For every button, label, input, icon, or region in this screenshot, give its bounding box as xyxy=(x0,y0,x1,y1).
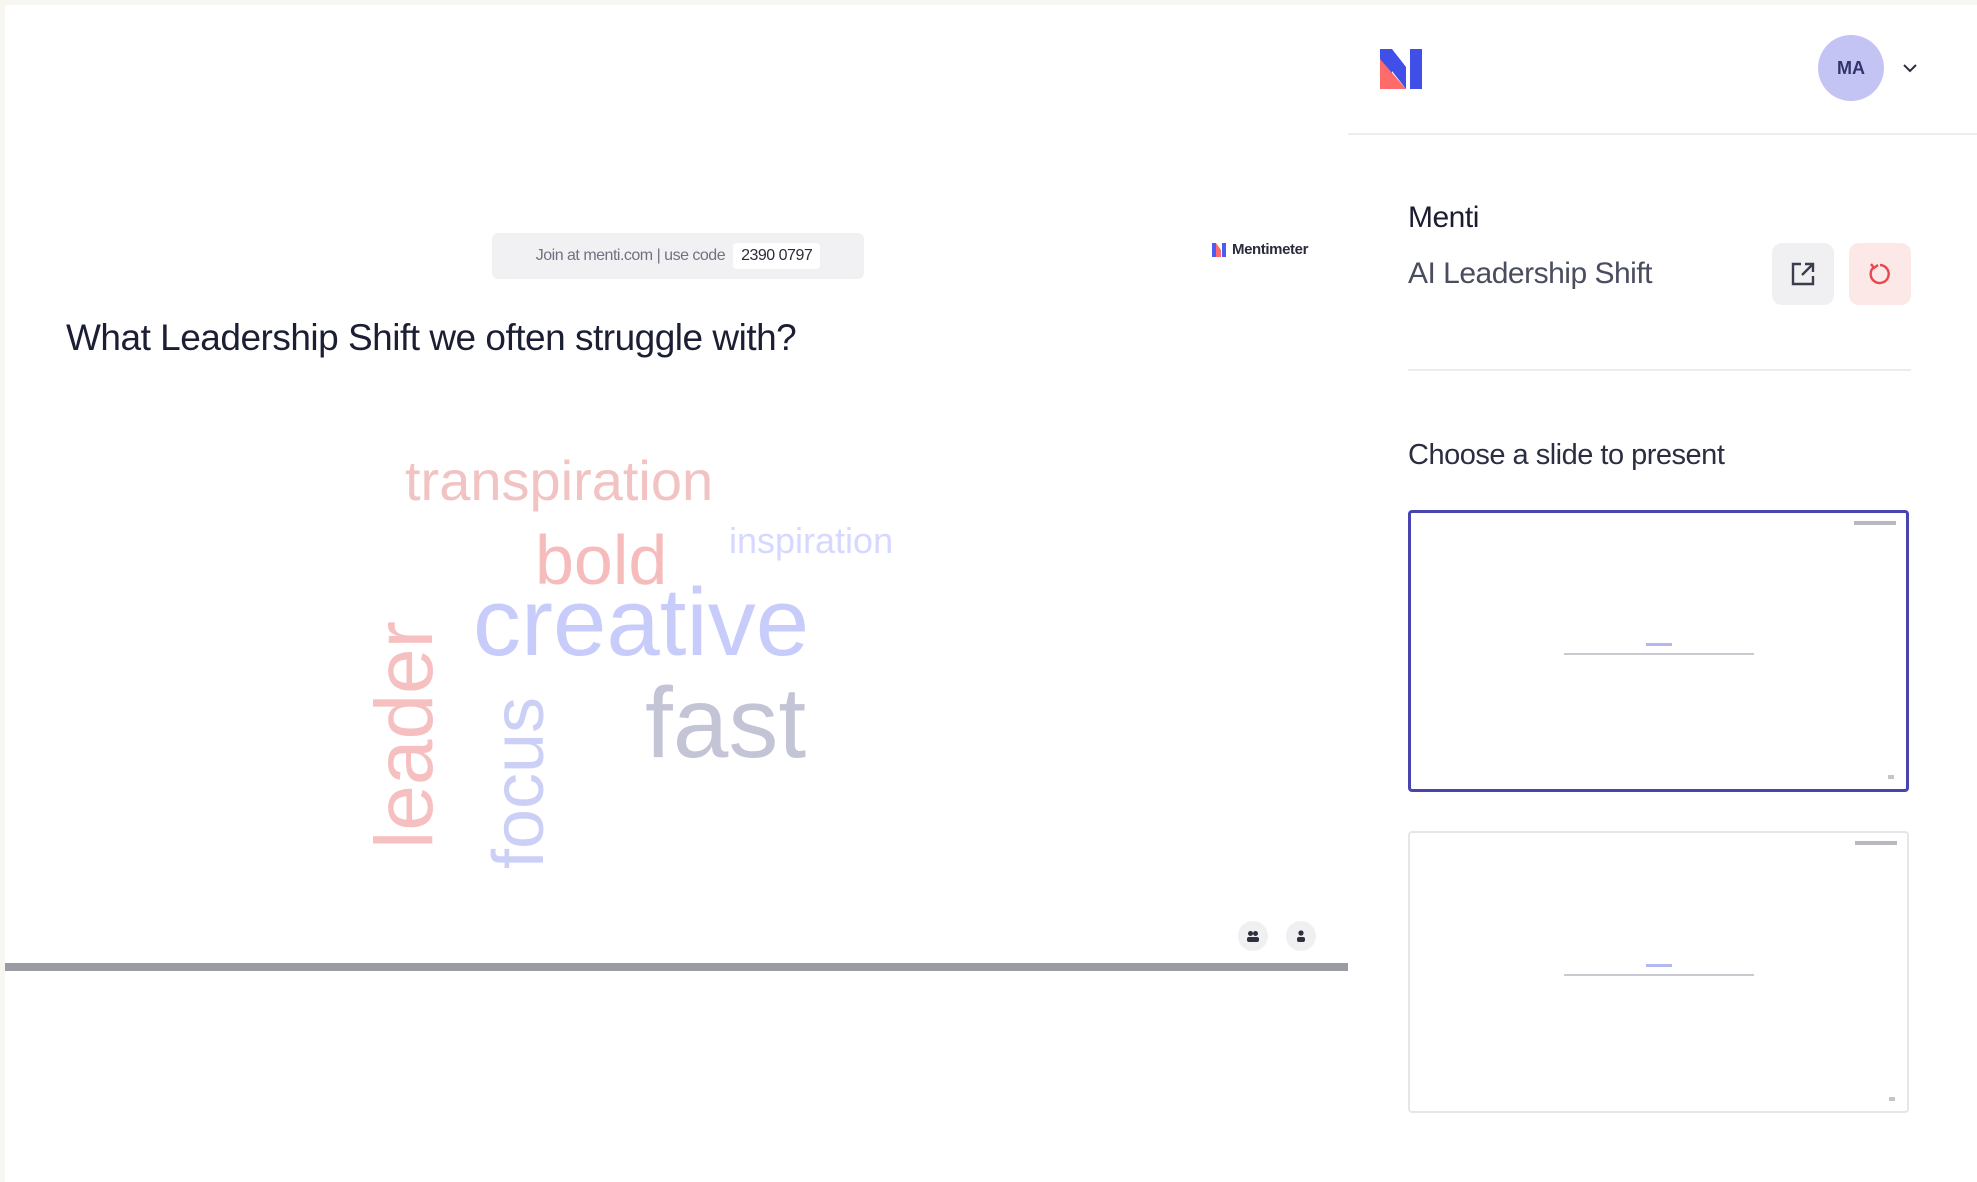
thumbnail-corner-mark xyxy=(1888,775,1894,779)
people-icon xyxy=(1247,931,1259,942)
slide-thumbnail-selected[interactable] xyxy=(1408,510,1909,792)
thumbnail-brand xyxy=(1854,521,1896,525)
slide-progress-fill xyxy=(5,963,1348,971)
mentimeter-brand: Mentimeter xyxy=(1212,241,1308,258)
chevron-down-icon[interactable] xyxy=(1901,62,1919,74)
reaction-person-button[interactable] xyxy=(1286,921,1316,951)
reset-icon xyxy=(1869,263,1890,285)
reaction-people-button[interactable] xyxy=(1238,921,1268,951)
slide-progress-bar xyxy=(5,963,1348,971)
avatar[interactable]: MA xyxy=(1818,35,1884,101)
panel-divider xyxy=(1408,369,1911,371)
person-icon xyxy=(1297,930,1305,942)
word-cloud-word: transpiration xyxy=(405,449,714,512)
thumbnail-corner-mark xyxy=(1889,1097,1895,1101)
panel-header: MA xyxy=(1348,5,1977,135)
choose-slide-label: Choose a slide to present xyxy=(1408,439,1725,471)
presentation-owner: Menti xyxy=(1408,201,1479,234)
word-cloud-word: fast xyxy=(645,667,807,779)
mentimeter-brand-label: Mentimeter xyxy=(1232,241,1309,258)
join-code: 2390 0797 xyxy=(733,243,821,269)
open-presentation-button[interactable] xyxy=(1772,243,1834,305)
thumbnail-text xyxy=(1563,974,1754,976)
reset-results-button[interactable] xyxy=(1849,243,1911,305)
thumbnail-title xyxy=(1645,643,1672,646)
thumbnail-title xyxy=(1645,964,1672,967)
external-link-icon xyxy=(1791,262,1815,286)
present-panel: MA Menti AI Leadership Shift Choose a sl… xyxy=(1348,5,1977,1182)
presentation-title: AI Leadership Shift xyxy=(1408,257,1653,290)
mentimeter-logo-icon[interactable] xyxy=(1380,47,1424,91)
thumbnail-brand xyxy=(1855,841,1897,845)
join-instructions-text: Join at menti.com | use code xyxy=(535,247,726,264)
word-cloud-word: focus xyxy=(479,696,559,870)
join-instructions: Join at menti.com | use code 2390 0797 xyxy=(492,233,864,279)
word-cloud-word: leader xyxy=(359,621,450,849)
thumbnail-text xyxy=(1563,653,1754,655)
word-cloud-word: creative xyxy=(473,569,810,676)
reaction-buttons xyxy=(1238,921,1316,951)
slide-question: What Leadership Shift we often struggle … xyxy=(66,317,797,358)
slide-thumbnail[interactable] xyxy=(1408,831,1909,1113)
slide-stage: Join at menti.com | use code 2390 0797 M… xyxy=(5,5,1348,1182)
mentimeter-logo-icon xyxy=(1212,242,1226,257)
word-cloud-word: inspiration xyxy=(729,520,894,561)
